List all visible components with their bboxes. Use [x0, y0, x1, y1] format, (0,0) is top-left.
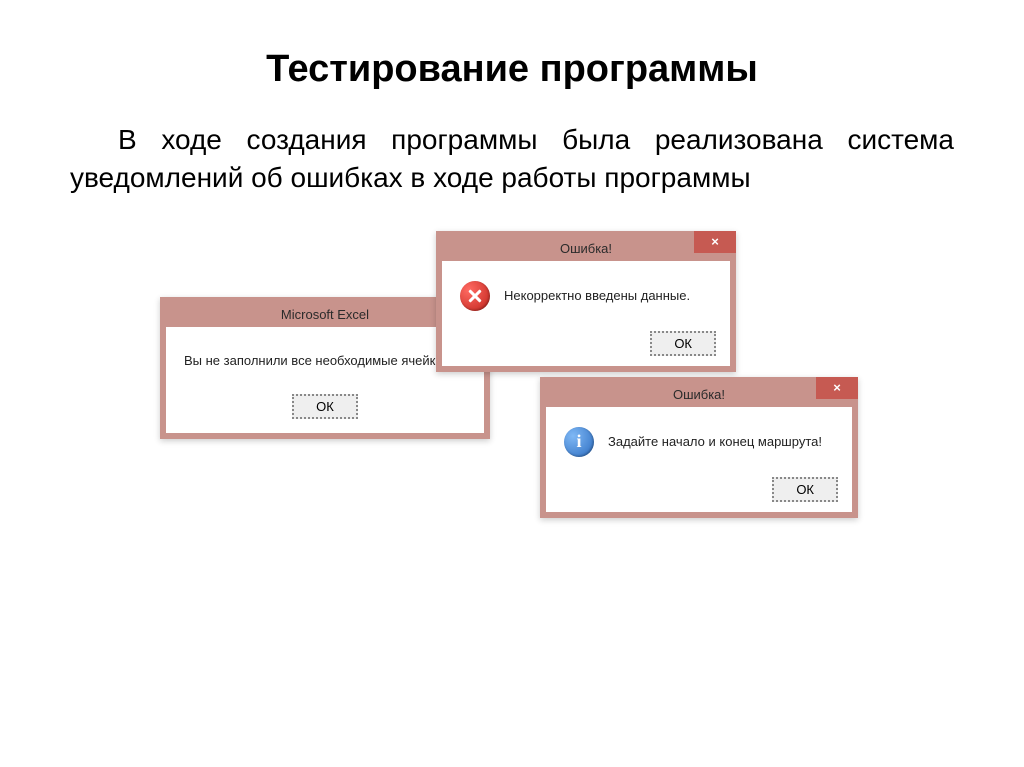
ok-button[interactable]: ОК: [772, 477, 838, 502]
info-icon: i: [564, 427, 594, 457]
dialog-excel-title: Microsoft Excel: [281, 307, 369, 322]
dialog-info-titlebar: Ошибка! ×: [546, 383, 852, 407]
dialog-excel-message: Вы не заполнили все необходимые ячейки: [184, 353, 443, 368]
page-title: Тестирование программы: [0, 0, 1024, 121]
ok-button[interactable]: ОК: [292, 394, 358, 419]
ok-button[interactable]: ОК: [650, 331, 716, 356]
dialog-info-title: Ошибка!: [673, 387, 725, 402]
dialog-info: Ошибка! × i Задайте начало и конец маршр…: [540, 377, 858, 518]
dialog-error-titlebar: Ошибка! ×: [442, 237, 730, 261]
dialog-error-message: Некорректно введены данные.: [504, 288, 690, 303]
dialog-error: Ошибка! × Некорректно введены данные. ОК: [436, 231, 736, 372]
dialog-info-message: Задайте начало и конец маршрута!: [608, 434, 822, 449]
close-icon[interactable]: ×: [694, 231, 736, 253]
dialog-error-title: Ошибка!: [560, 241, 612, 256]
close-icon[interactable]: ×: [816, 377, 858, 399]
error-icon: [460, 281, 490, 311]
dialog-canvas: Microsoft Excel × Вы не заполнили все не…: [0, 217, 1024, 647]
page-description: В ходе создания программы была реализова…: [0, 121, 1024, 217]
